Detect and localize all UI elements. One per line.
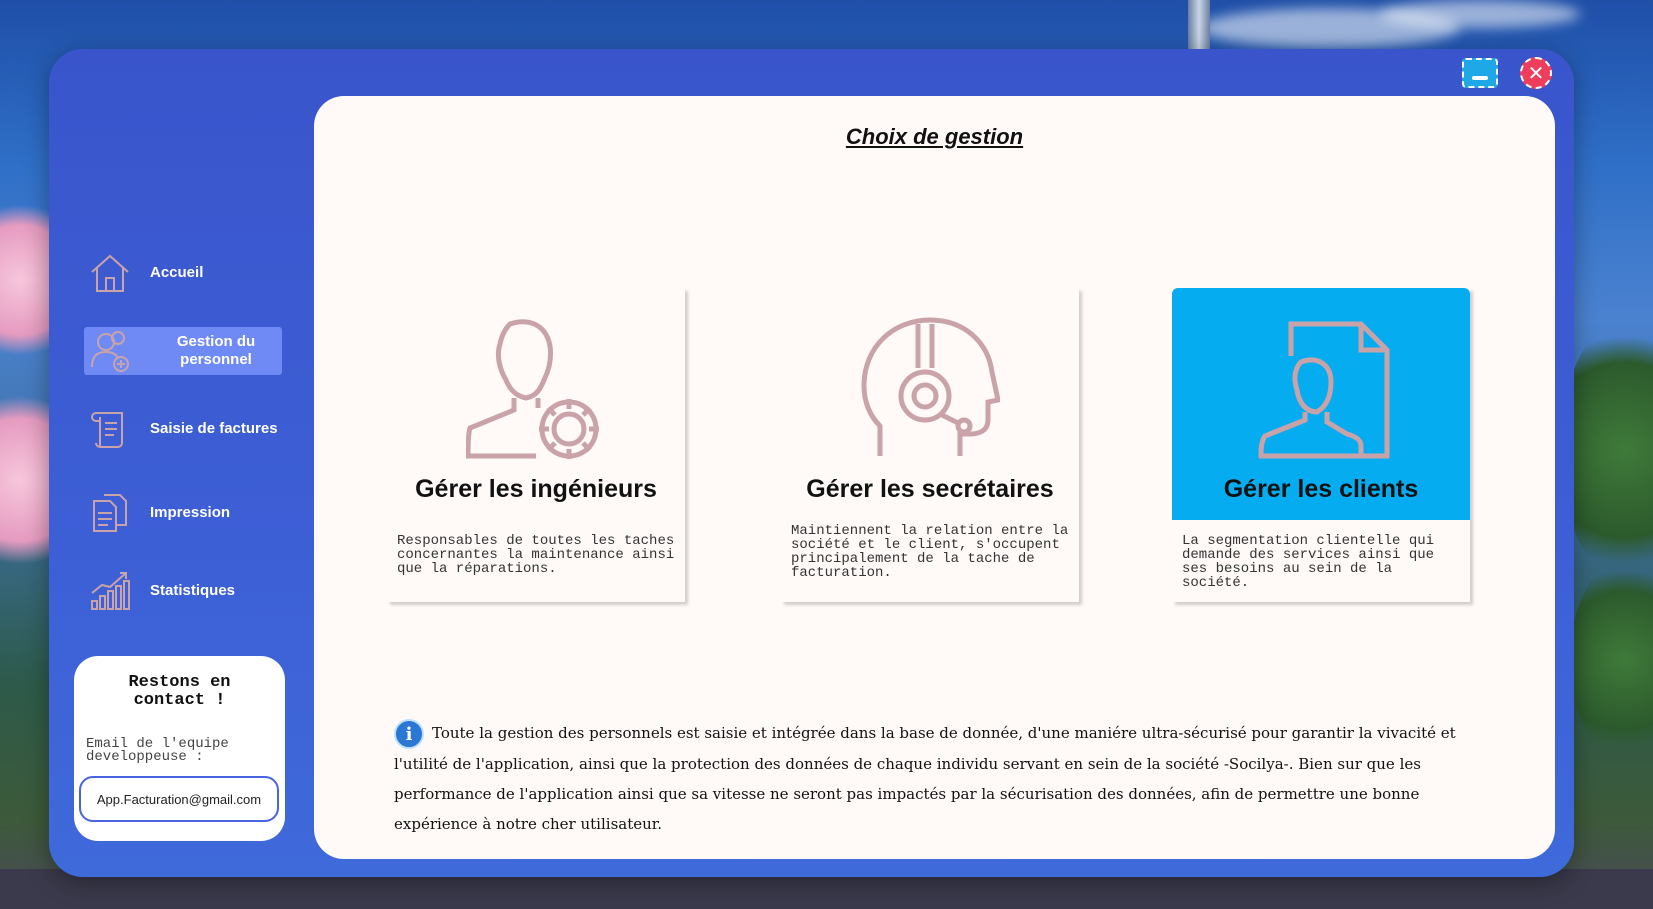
minimize-icon	[1462, 58, 1498, 88]
scroll-icon	[91, 412, 123, 449]
card-description: Maintiennent la relation entre la sociét…	[791, 523, 1069, 581]
card-title: Gérer les clients	[1223, 475, 1419, 503]
chart-icon	[91, 572, 130, 610]
contact-email-label: Email de l'equipe developpeuse :	[86, 736, 229, 765]
app-window: ✕ Accueil Gestion du personnel Saisie de…	[49, 49, 1574, 877]
contact-card: Restons en contact ! Email de l'equipe d…	[74, 656, 285, 841]
info-text: Toute la gestion des personnels est sais…	[394, 724, 1456, 833]
info-paragraph: i Toute la gestion des personnels est sai…	[394, 718, 1504, 839]
sidebar-item-label: Gestion du personnel	[176, 333, 256, 368]
close-button[interactable]: ✕	[1517, 57, 1555, 89]
card-manage-secretaries[interactable]: Gérer les secrétaires Maintiennent la re…	[781, 288, 1079, 602]
minimize-button[interactable]	[1461, 57, 1499, 89]
contact-title: Restons en contact !	[128, 673, 231, 710]
card-title: Gérer les ingénieurs	[415, 475, 657, 503]
card-header: Gérer les ingénieurs	[387, 288, 685, 520]
sidebar-item-impression[interactable]: Impression	[84, 489, 282, 537]
home-icon	[91, 254, 129, 292]
sidebar-item-label: Impression	[150, 504, 231, 521]
documents-icon	[93, 494, 127, 532]
card-title: Gérer les secrétaires	[806, 475, 1054, 503]
card-manage-clients[interactable]: Gérer les clients La segmentation client…	[1172, 288, 1470, 602]
sidebar-item-gestion-personnel[interactable]: Gestion du personnel	[84, 327, 282, 375]
sidebar-item-label: Accueil	[150, 264, 204, 281]
card-header: Gérer les secrétaires	[781, 288, 1079, 520]
card-header: Gérer les clients	[1172, 288, 1470, 520]
headset-head-icon	[861, 317, 1000, 456]
sidebar-item-saisie-factures[interactable]: Saisie de factures	[84, 405, 282, 453]
card-description: La segmentation clientelle qui demande d…	[1182, 533, 1435, 591]
contact-email-field[interactable]: App.Facturation@gmail.com	[79, 776, 279, 822]
engineer-gear-icon	[466, 319, 599, 459]
card-description: Responsables de toutes les taches concer…	[397, 533, 675, 577]
sidebar-item-label: Statistiques	[150, 582, 236, 599]
sidebar-item-label: Saisie de factures	[150, 420, 278, 437]
client-document-icon	[1258, 321, 1390, 459]
info-icon: i	[394, 719, 424, 749]
close-icon: ✕	[1520, 57, 1552, 89]
card-manage-engineers[interactable]: Gérer les ingénieurs Responsables de tou…	[387, 288, 685, 602]
page-title: Choix de gestion	[845, 124, 1024, 149]
sidebar-item-statistiques[interactable]: Statistiques	[84, 567, 282, 615]
main-panel: Choix de gestion Gérer les ingénieurs Re…	[314, 96, 1555, 859]
sidebar-item-accueil[interactable]: Accueil	[84, 249, 282, 297]
users-add-icon	[91, 331, 129, 372]
